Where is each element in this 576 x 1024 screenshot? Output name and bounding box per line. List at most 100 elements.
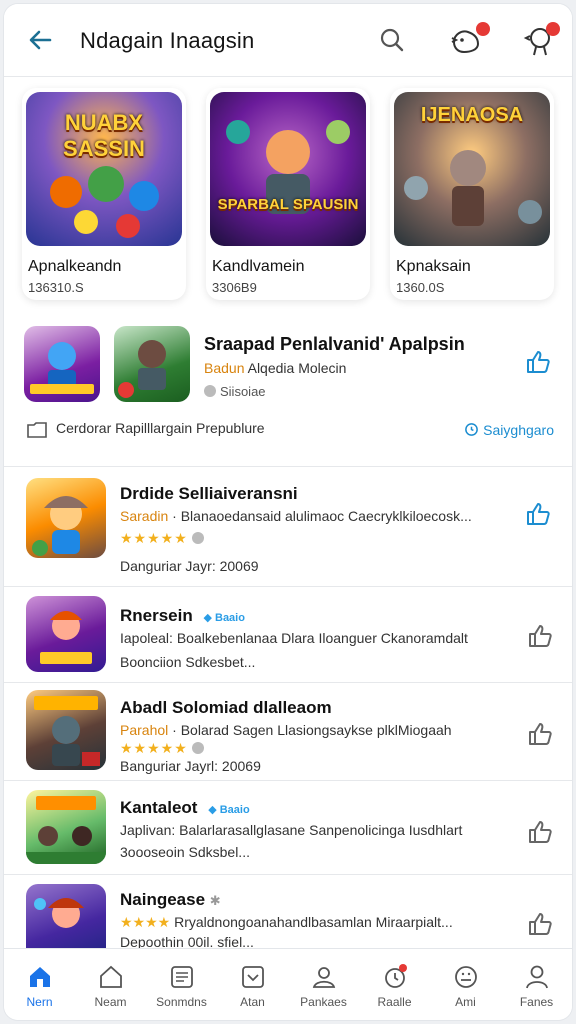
featured-card[interactable]: IJENAOSA Kpnaksain 1360.0S <box>390 88 554 300</box>
thumbs-up-icon[interactable] <box>526 818 554 846</box>
verified-tag: ◆ Baaio <box>208 804 250 816</box>
app-name: Drdide Selliaiveransni <box>120 484 298 503</box>
developer-name: Parahol <box>120 722 169 738</box>
app-description: Iapoleal: Boalkebenlanaa Dlara Iloanguer… <box>120 630 468 646</box>
rating-stars: ★★★★★ <box>120 740 204 757</box>
app-name: Kandlvamein <box>212 258 305 275</box>
top-app-bar: Ndagain Inaagsin <box>4 4 572 77</box>
nav-item-lists[interactable]: Sonmdns <box>146 949 217 1020</box>
app-description: Saradin · Blanaoedansaid alulimaoc Caecr… <box>120 508 500 524</box>
list-item[interactable]: Drdide Selliaiveransni Saradin · Blanaoe… <box>4 466 572 587</box>
bundle-thumbnail <box>24 326 100 402</box>
artwork-title: SPARBAL SPAUSIN <box>217 196 359 213</box>
refresh-icon <box>465 423 479 436</box>
nav-label: Atan <box>240 995 265 1009</box>
nav-label: Neam <box>94 995 127 1009</box>
arrow-left-icon[interactable] <box>24 24 56 56</box>
app-name-text: Rnersein <box>120 606 193 625</box>
developer-name: Saradin <box>120 508 169 524</box>
app-size: 1360.0S <box>396 280 445 295</box>
download-stat: Danguriar Jayr: 20069 <box>120 558 259 574</box>
warrior-art-icon <box>118 340 166 398</box>
app-name: Apnalkeandn <box>28 258 122 275</box>
bundle-link-text: Saiyghgaro <box>483 422 554 438</box>
app-name: Kpnaksain <box>396 258 471 275</box>
list-item[interactable]: Abadl Solomiad dlalleaom Parahol · Bolar… <box>4 682 572 781</box>
thumbs-up-icon[interactable] <box>526 622 554 650</box>
profile-icon <box>526 965 548 989</box>
bundle-link[interactable]: Saiyghgaro <box>464 422 554 438</box>
search-icon[interactable] <box>374 22 410 58</box>
rating-value: ★★★★ <box>120 914 171 930</box>
bottom-navigation: Nern Neam Sonmdns Atan Pankaes Raalle Am… <box>4 948 572 1020</box>
info-dot-icon <box>191 532 204 544</box>
app-description-line2: 3oooseoin Sdksbel... <box>120 844 250 860</box>
robot-art-icon <box>30 342 94 394</box>
featured-card[interactable]: NUABX SASSIN Apnalkeandn 136310.S <box>22 88 186 300</box>
app-icon <box>26 478 106 558</box>
hero-character-icon <box>40 611 92 664</box>
home-icon <box>30 967 50 987</box>
app-description: Parahol · Bolarad Sagen Llasiongsaykse p… <box>120 722 500 738</box>
warriors-illustration <box>404 150 542 226</box>
rogue-character-icon <box>34 696 100 766</box>
list-icon <box>171 966 193 988</box>
status-text: Siisoiae <box>220 384 266 399</box>
tag-text: Baaio <box>219 804 250 816</box>
app-name: Kantaleot ◆ Baaio <box>120 798 250 818</box>
app-icon <box>26 596 106 672</box>
nav-item-games[interactable]: Neam <box>75 949 146 1020</box>
notification-badge <box>476 22 490 36</box>
rating-value: ★★★★★ <box>120 530 188 546</box>
characters-illustration <box>50 166 159 238</box>
download-box-icon <box>242 966 264 988</box>
bird-notification-button[interactable] <box>448 22 490 58</box>
rating-value: ★★★★★ <box>120 740 188 756</box>
game-artwork: IJENAOSA <box>394 92 550 246</box>
bundle-row[interactable]: Sraapad Penlalvanid' Apalpsin Badun Alqe… <box>4 316 572 467</box>
nav-item-downloads[interactable]: Atan <box>217 949 288 1020</box>
status-dot-icon <box>204 385 216 397</box>
list-item[interactable]: Naingease ✱ ★★★★ Rryaldnongoanahandlbasa… <box>4 874 572 964</box>
nav-item-home[interactable]: Nern <box>4 949 75 1020</box>
featured-card[interactable]: SPARBAL SPAUSIN Kandlvamein 3306B9 <box>206 88 370 300</box>
nav-item-friends[interactable]: Ami <box>430 949 501 1020</box>
nav-label: Nern <box>26 995 53 1009</box>
app-name: Rnersein ◆ Baaio <box>120 606 245 626</box>
clock-icon <box>385 964 407 988</box>
notification-badge <box>546 22 560 36</box>
thumbs-up-icon[interactable] <box>524 348 552 376</box>
nav-label: Fanes <box>519 995 554 1009</box>
thumbs-up-icon[interactable] <box>524 500 552 528</box>
app-name: Abadl Solomiad dlalleaom <box>120 698 332 717</box>
nav-item-packages[interactable]: Pankaes <box>288 949 359 1020</box>
nav-label: Pankaes <box>300 995 347 1009</box>
app-size: 136310.S <box>28 280 84 295</box>
info-dot-icon <box>191 742 204 754</box>
hero-illustration <box>226 120 350 214</box>
rating-stars: ★★★★★ <box>120 530 204 547</box>
app-size: 3306B9 <box>212 280 257 295</box>
thumbs-up-icon[interactable] <box>526 910 554 938</box>
verified-tag: ◆ Baaio <box>203 612 245 624</box>
house-outline-icon <box>100 965 122 988</box>
folder-icon <box>27 422 47 438</box>
game-artwork: NUABX SASSIN <box>26 92 182 246</box>
nav-item-recent[interactable]: Raalle <box>359 949 430 1020</box>
list-item[interactable]: Rnersein ◆ Baaio Iapoleal: Boalkebenlana… <box>4 586 572 683</box>
app-description-line2: Boonciion Sdkesbet... <box>120 654 256 670</box>
girl-character-icon <box>32 496 88 556</box>
thumbs-up-icon[interactable] <box>526 720 554 748</box>
app-description: Japlivan: Balarlarasallglasane Sanpenoli… <box>120 822 463 838</box>
app-icon <box>26 690 106 770</box>
game-artwork: SPARBAL SPAUSIN <box>210 92 366 246</box>
description-text: Rryaldnongoanahandlbasamlan Miraarpialt.… <box>174 914 453 930</box>
app-name-text: Kantaleot <box>120 798 198 817</box>
bundle-category: Alqedia Molecin <box>247 360 347 376</box>
chick-notification-button[interactable] <box>522 22 560 58</box>
list-item[interactable]: Kantaleot ◆ Baaio Japlivan: Balarlarasal… <box>4 780 572 875</box>
badge-icon: ✱ <box>209 893 221 908</box>
app-window: Ndagain Inaagsin NUABX SASSIN Apnalkeand… <box>4 4 572 1020</box>
app-description: ★★★★ Rryaldnongoanahandlbasamlan Miraarp… <box>120 914 460 931</box>
nav-item-profile[interactable]: Fanes <box>501 949 572 1020</box>
